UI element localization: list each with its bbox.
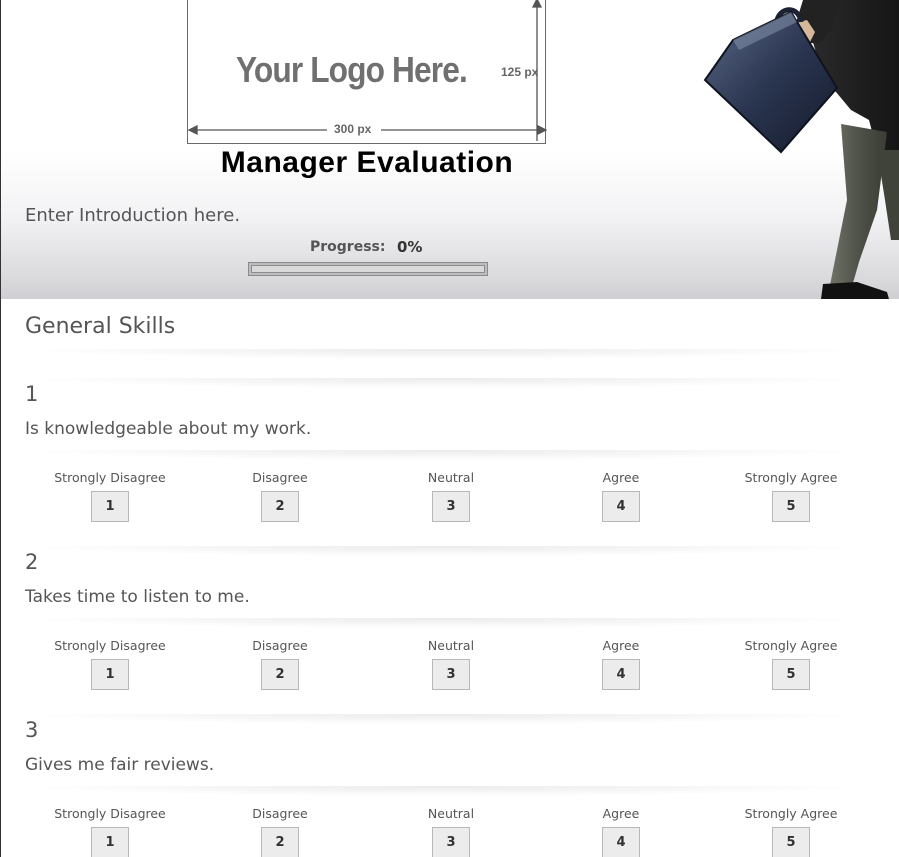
rating-label: Disagree [252, 638, 308, 653]
rating-button-1[interactable]: 1 [91, 659, 129, 690]
progress-bar [248, 262, 488, 276]
rating-label: Agree [602, 638, 640, 653]
rating-button-1[interactable]: 1 [91, 827, 129, 857]
rating-option: Agree 4 [536, 806, 706, 857]
rating-button-4[interactable]: 4 [602, 827, 640, 857]
question-text-divider [25, 450, 863, 460]
rating-option: Disagree 2 [195, 638, 365, 690]
progress-label: Progress: [310, 239, 386, 255]
rating-label: Strongly Disagree [54, 638, 166, 653]
rating-label: Neutral [427, 470, 475, 485]
rating-button-4[interactable]: 4 [602, 491, 640, 522]
rating-label: Strongly Agree [744, 470, 838, 485]
survey-body: General Skills 1 Is knowledgeable about m… [1, 299, 899, 857]
rating-option: Neutral 3 [366, 806, 536, 857]
rating-label: Agree [602, 470, 640, 485]
rating-option: Disagree 2 [195, 470, 365, 522]
rating-button-3[interactable]: 3 [432, 491, 470, 522]
rating-option: Strongly Disagree 1 [25, 806, 195, 857]
question-3: 3 Gives me fair reviews. Strongly Disagree… [1, 718, 899, 857]
rating-button-5[interactable]: 5 [772, 659, 810, 690]
rating-button-1[interactable]: 1 [91, 491, 129, 522]
logo-placeholder: Your Logo Here. 125 px 300 px [187, 0, 547, 144]
question-text-divider [25, 786, 863, 796]
rating-button-5[interactable]: 5 [772, 827, 810, 857]
question-1: 1 Is knowledgeable about my work. Strongly… [1, 382, 899, 550]
rating-button-2[interactable]: 2 [261, 827, 299, 857]
question-number: 2 [25, 550, 39, 574]
logo-text: Your Logo Here. [236, 49, 468, 90]
rating-label: Strongly Disagree [54, 806, 166, 821]
rating-option: Strongly Disagree 1 [25, 638, 195, 690]
progress-bar-track [251, 265, 485, 273]
rating-option: Strongly Agree 5 [706, 638, 876, 690]
question-number: 1 [25, 382, 39, 406]
rating-scale: Strongly Disagree 1 Disagree 2 Neutral 3 Agree… [1, 470, 899, 530]
question-text: Gives me fair reviews. [25, 755, 215, 775]
progress-value: 0% [397, 238, 423, 256]
rating-button-3[interactable]: 3 [432, 659, 470, 690]
rating-option: Strongly Agree 5 [706, 470, 876, 522]
rating-label: Neutral [427, 638, 475, 653]
rating-option: Agree 4 [536, 470, 706, 522]
question-text-divider [25, 618, 863, 628]
rating-label: Strongly Agree [744, 638, 838, 653]
rating-option: Disagree 2 [195, 806, 365, 857]
rating-button-2[interactable]: 2 [261, 491, 299, 522]
rating-scale: Strongly Disagree 1 Disagree 2 Neutral 3 Agree… [1, 806, 899, 857]
question-number: 3 [25, 718, 39, 742]
rating-button-4[interactable]: 4 [602, 659, 640, 690]
introduction-text: Enter Introduction here. [25, 205, 241, 226]
page-title: Manager Evaluation [220, 146, 514, 179]
question-2: 2 Takes time to listen to me. Strongly Dis… [1, 550, 899, 718]
section-title: General Skills [25, 314, 176, 339]
rating-button-5[interactable]: 5 [772, 491, 810, 522]
rating-option: Neutral 3 [366, 470, 536, 522]
rating-label: Disagree [252, 806, 308, 821]
rating-label: Neutral [427, 806, 475, 821]
logo-width-label: 300 px [334, 122, 372, 136]
businessman-with-briefcase-image [703, 0, 899, 299]
rating-button-2[interactable]: 2 [261, 659, 299, 690]
rating-label: Agree [602, 806, 640, 821]
rating-option: Agree 4 [536, 638, 706, 690]
question-text: Takes time to listen to me. [25, 587, 250, 607]
question-text: Is knowledgeable about my work. [25, 419, 312, 439]
rating-label: Strongly Disagree [54, 470, 166, 485]
rating-option: Strongly Agree 5 [706, 806, 876, 857]
rating-label: Disagree [252, 470, 308, 485]
rating-label: Strongly Agree [744, 806, 838, 821]
survey-header: Your Logo Here. 125 px 300 px Manager Ev… [1, 0, 899, 299]
rating-option: Strongly Disagree 1 [25, 470, 195, 522]
logo-height-label: 125 px [501, 65, 539, 79]
rating-scale: Strongly Disagree 1 Disagree 2 Neutral 3 Agree… [1, 638, 899, 698]
rating-button-3[interactable]: 3 [432, 827, 470, 857]
rating-option: Neutral 3 [366, 638, 536, 690]
section-divider [25, 349, 863, 359]
survey-page: Your Logo Here. 125 px 300 px Manager Ev… [0, 0, 899, 857]
